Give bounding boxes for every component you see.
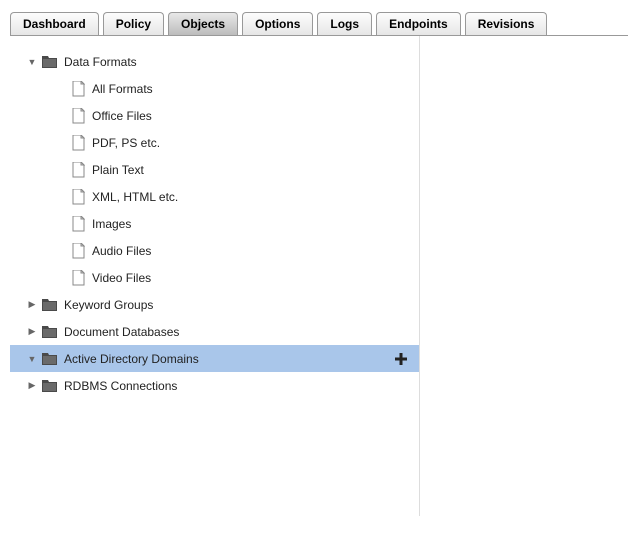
file-icon [72,270,85,286]
tree-row[interactable]: ▶ Keyword Groups [10,291,419,318]
tree-icon-slot [40,379,60,393]
tab-bar: DashboardPolicyObjectsOptionsLogsEndpoin… [10,12,628,36]
tree-row[interactable]: Office Files [10,102,419,129]
chevron-right-icon[interactable]: ▶ [24,299,40,310]
chevron-down-icon[interactable]: ▼ [24,57,40,67]
tree-row[interactable]: Audio Files [10,237,419,264]
tree-icon-slot [68,216,88,232]
tab-policy[interactable]: Policy [103,12,164,35]
tree-icon-slot [40,55,60,69]
tree-row[interactable]: ▼ Data Formats [10,48,419,75]
tree-item-label: Images [92,217,391,231]
tree-icon-slot [68,243,88,259]
tree-panel: ▼ Data Formats All Formats Office Files PDF,… [10,36,420,516]
tree-icon-slot [40,352,60,366]
tree-row[interactable]: All Formats [10,75,419,102]
folder-icon [42,352,58,366]
tree-row[interactable]: Images [10,210,419,237]
file-icon [72,162,85,178]
tree-item-label: Office Files [92,109,391,123]
tab-revisions[interactable]: Revisions [465,12,548,35]
folder-icon [42,325,58,339]
tab-logs[interactable]: Logs [317,12,372,35]
tree-icon-slot [68,270,88,286]
plus-icon [394,352,408,366]
tree-item-label: PDF, PS etc. [92,136,391,150]
tree-row[interactable]: PDF, PS etc. [10,129,419,156]
chevron-down-icon[interactable]: ▼ [24,354,40,364]
tab-endpoints[interactable]: Endpoints [376,12,461,35]
tree-item-label: Video Files [92,271,391,285]
tree-icon-slot [68,135,88,151]
file-icon [72,243,85,259]
tree-icon-slot [68,81,88,97]
add-button[interactable] [391,352,411,366]
tree-item-label: Document Databases [64,325,391,339]
tab-objects[interactable]: Objects [168,12,238,35]
chevron-right-icon[interactable]: ▶ [24,380,40,391]
chevron-right-icon[interactable]: ▶ [24,326,40,337]
tree-item-label: All Formats [92,82,391,96]
tab-options[interactable]: Options [242,12,313,35]
tree-row[interactable]: XML, HTML etc. [10,183,419,210]
file-icon [72,81,85,97]
folder-icon [42,298,58,312]
tree-row[interactable]: ▶ Document Databases [10,318,419,345]
file-icon [72,216,85,232]
tree-icon-slot [40,298,60,312]
folder-icon [42,55,58,69]
tree-row[interactable]: ▼ Active Directory Domains [10,345,419,372]
file-icon [72,135,85,151]
tree-item-label: RDBMS Connections [64,379,391,393]
tree-icon-slot [68,189,88,205]
tree-icon-slot [68,162,88,178]
file-icon [72,108,85,124]
tree-icon-slot [68,108,88,124]
tree-item-label: Data Formats [64,55,391,69]
tab-dashboard[interactable]: Dashboard [10,12,99,35]
tree-item-label: Keyword Groups [64,298,391,312]
tree-item-label: XML, HTML etc. [92,190,391,204]
tree-item-label: Audio Files [92,244,391,258]
tree-icon-slot [40,325,60,339]
tree-item-label: Plain Text [92,163,391,177]
tree-row[interactable]: Plain Text [10,156,419,183]
tree-row[interactable]: ▶ RDBMS Connections [10,372,419,399]
file-icon [72,189,85,205]
folder-icon [42,379,58,393]
tree-item-label: Active Directory Domains [64,352,391,366]
tree-row[interactable]: Video Files [10,264,419,291]
